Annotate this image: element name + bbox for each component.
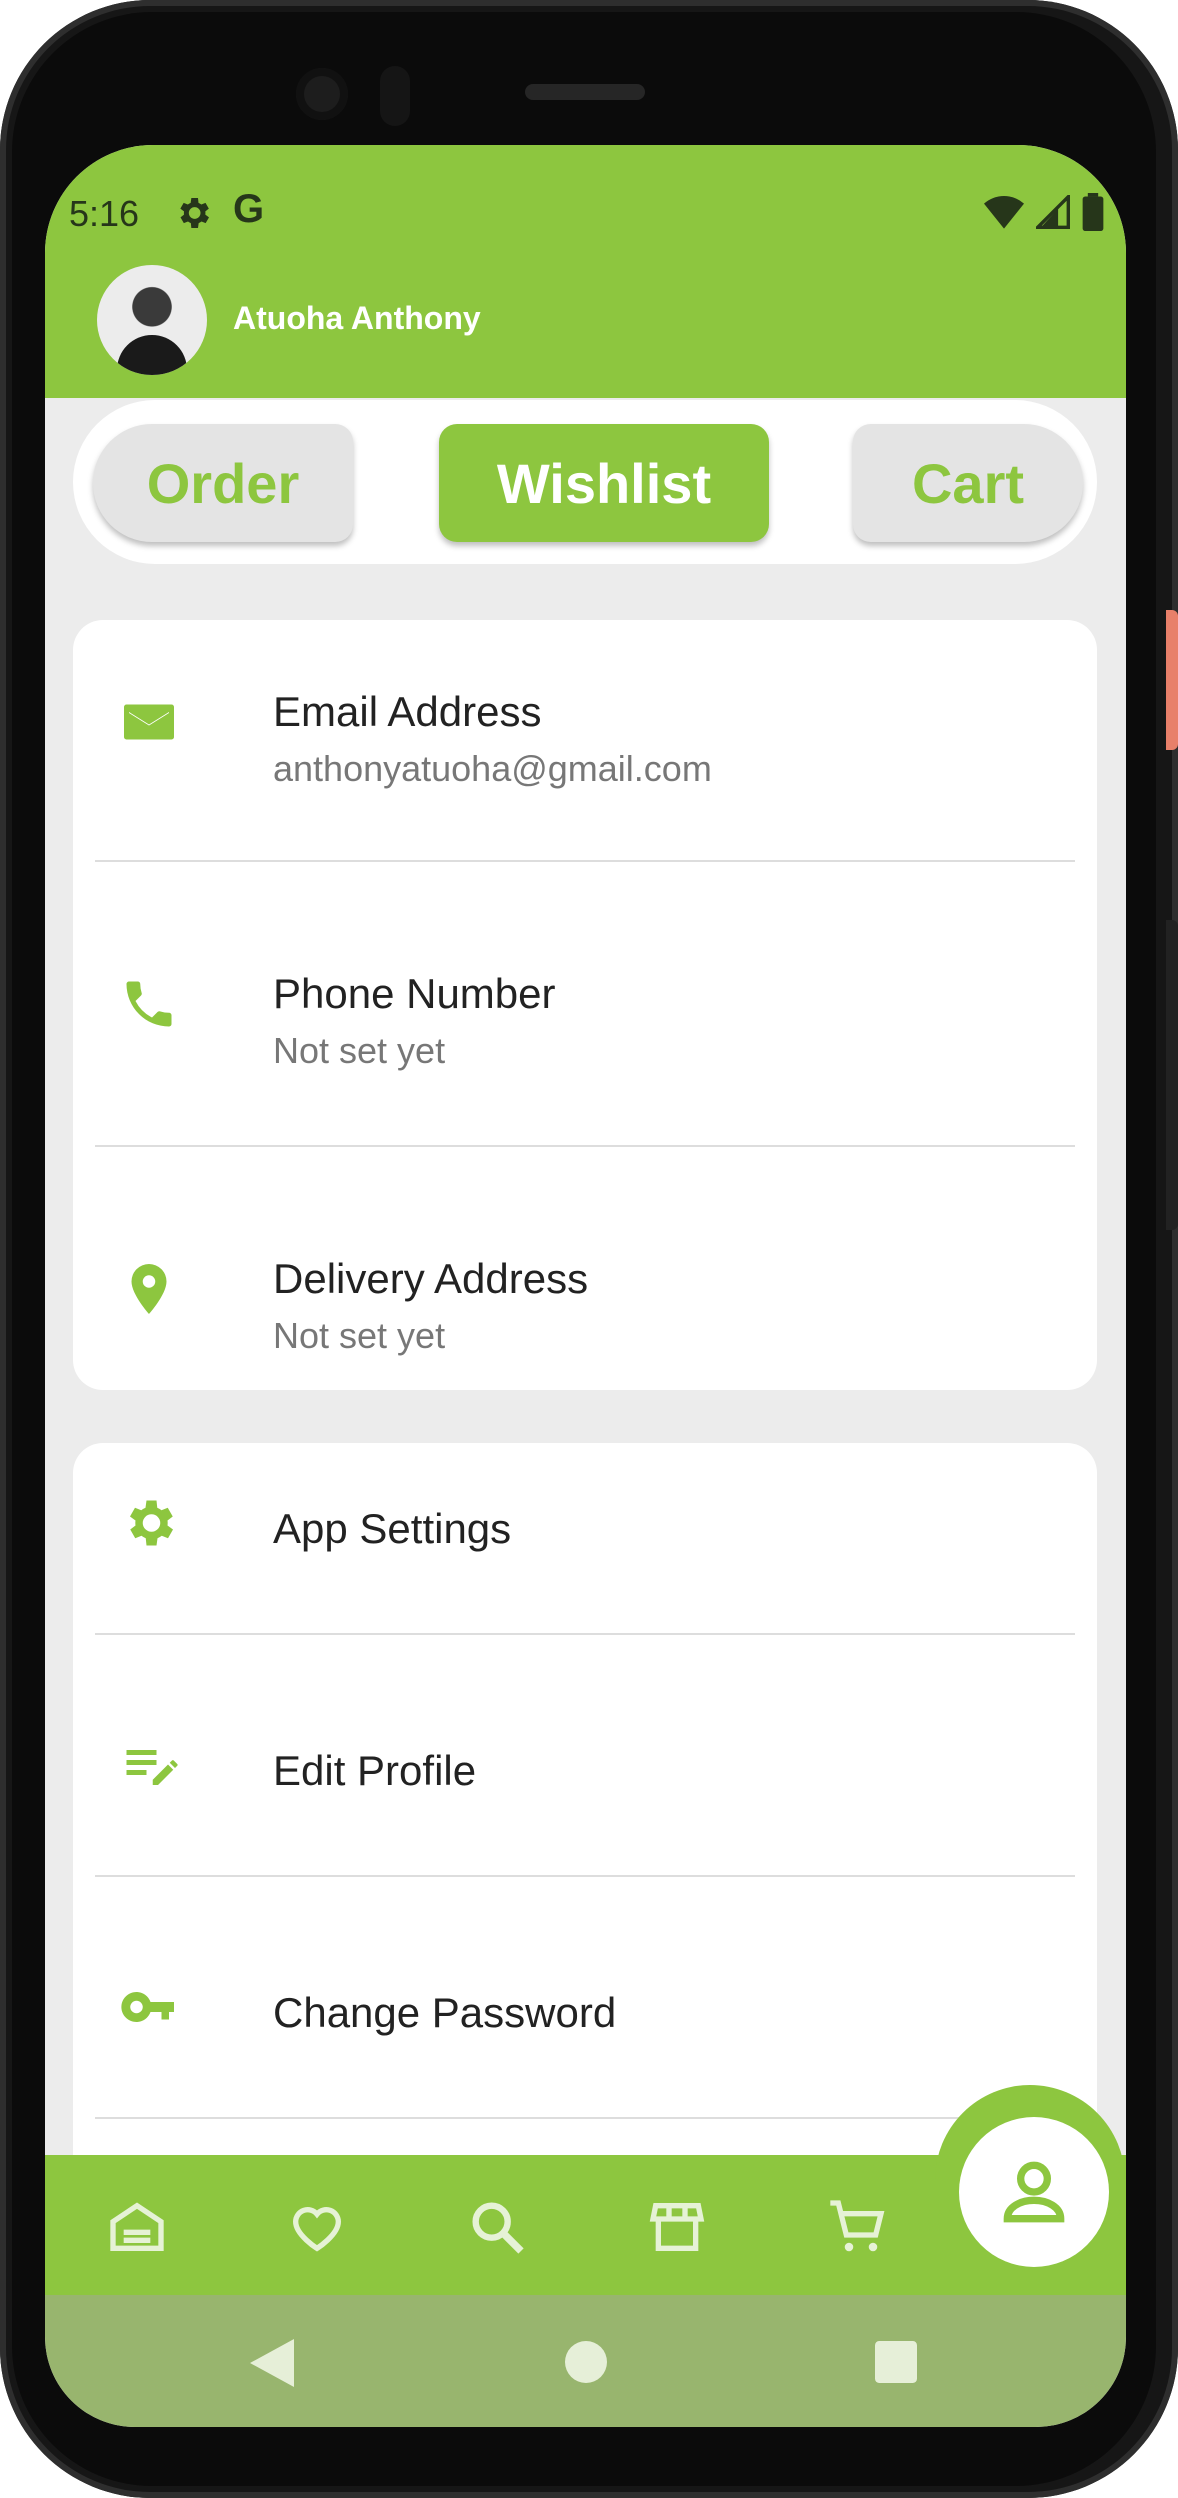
status-bar: 5:16 G	[45, 145, 1126, 255]
user-name: Atuoha Anthony	[233, 300, 481, 336]
profile-icon	[1003, 2161, 1065, 2223]
edit-profile-row[interactable]: Edit Profile	[73, 1705, 1097, 1865]
change-password-row[interactable]: Change Password	[73, 1947, 1097, 2107]
delivery-address-row[interactable]: Delivery Address Not set yet	[73, 1227, 1097, 1387]
wifi-icon	[984, 196, 1024, 229]
phone-icon	[126, 981, 172, 1027]
profile-header: Atuoha Anthony	[45, 255, 1126, 398]
email-title: Email Address	[273, 688, 542, 735]
mail-icon	[124, 704, 174, 740]
volume-buttons	[1166, 920, 1178, 1230]
delivery-address-value: Not set yet	[273, 1315, 446, 1356]
edit-profile-title: Edit Profile	[273, 1747, 477, 1794]
profile-tab-button[interactable]	[959, 2117, 1109, 2267]
power-button	[1166, 610, 1178, 750]
divider	[95, 1145, 1075, 1147]
segment-tabs: Order Wishlist Cart	[73, 400, 1097, 564]
edit-note-icon	[126, 1750, 178, 1785]
tab-wishlist[interactable]: Wishlist	[439, 424, 769, 542]
store-icon[interactable]	[645, 2195, 709, 2259]
phone-value: Not set yet	[273, 1030, 446, 1071]
avatar[interactable]	[97, 265, 207, 375]
divider	[95, 1633, 1075, 1635]
delivery-address-title: Delivery Address	[273, 1255, 589, 1302]
app-screen: 5:16 G Atuoha Anthony Order Wishlist Car…	[45, 145, 1126, 2427]
divider	[95, 860, 1075, 862]
settings-status-icon	[180, 198, 209, 228]
back-icon[interactable]	[250, 2339, 294, 2387]
change-password-title: Change Password	[273, 1989, 617, 2036]
search-icon[interactable]	[465, 2195, 529, 2259]
recents-icon[interactable]	[875, 2341, 917, 2383]
google-status-icon: G	[233, 187, 265, 231]
app-settings-row[interactable]: App Settings	[73, 1463, 1097, 1623]
tab-cart[interactable]: Cart	[853, 424, 1083, 542]
home-circle-icon[interactable]	[565, 2341, 607, 2383]
key-icon	[121, 1992, 174, 2022]
account-settings-card: App Settings Edit Profile Change Passwor…	[73, 1443, 1097, 2163]
battery-icon	[1082, 193, 1104, 231]
earpiece-speaker	[525, 84, 645, 100]
system-navigation-bar	[45, 2295, 1126, 2427]
app-settings-title: App Settings	[273, 1505, 512, 1552]
status-time: 5:16	[69, 193, 140, 234]
email-value: anthonyatuoha@gmail.com	[273, 748, 712, 789]
heart-icon[interactable]	[285, 2195, 349, 2259]
phone-frame: 5:16 G Atuoha Anthony Order Wishlist Car…	[0, 0, 1178, 2498]
phone-title: Phone Number	[273, 970, 556, 1017]
proximity-sensor	[380, 66, 410, 126]
front-camera	[296, 68, 348, 120]
home-icon[interactable]	[105, 2195, 169, 2259]
status-right	[984, 193, 1104, 231]
gear-icon	[130, 1500, 173, 1546]
tab-order[interactable]: Order	[93, 424, 353, 542]
divider	[95, 1875, 1075, 1877]
email-row[interactable]: Email Address anthonyatuoha@gmail.com	[73, 660, 1097, 860]
contact-info-card: Email Address anthonyatuoha@gmail.com Ph…	[73, 620, 1097, 1390]
cart-icon[interactable]	[825, 2195, 889, 2259]
location-pin-icon	[131, 1264, 167, 1314]
divider	[95, 2117, 1075, 2119]
phone-row[interactable]: Phone Number Not set yet	[73, 942, 1097, 1142]
signal-icon	[1036, 195, 1070, 229]
